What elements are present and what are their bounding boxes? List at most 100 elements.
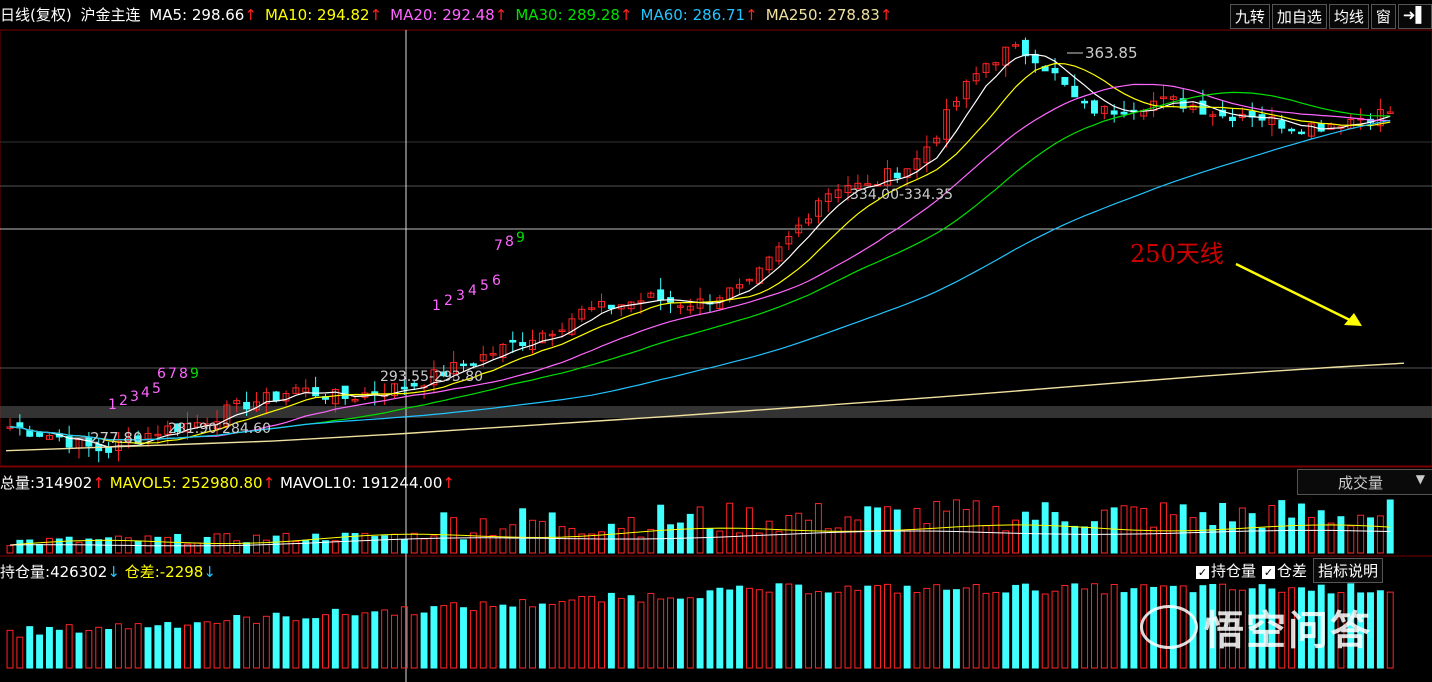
open-interest-bar	[45, 626, 53, 669]
volume-bar	[85, 538, 93, 554]
volume-bar	[1041, 502, 1049, 554]
candle-down	[272, 391, 280, 402]
open-interest-bar	[1051, 590, 1059, 669]
volume-bar	[578, 533, 586, 554]
volume-bar	[627, 517, 635, 554]
candle-down	[1298, 131, 1305, 135]
open-interest-bar	[410, 614, 418, 669]
volume-bar	[1307, 516, 1315, 554]
open-interest-bar	[775, 583, 783, 669]
td-sequence-number: 8	[179, 366, 188, 382]
volume-bar	[686, 513, 694, 554]
open-interest-bar	[913, 592, 921, 669]
indicator-explain-button[interactable]: 指标说明	[1313, 558, 1384, 583]
open-interest-bar	[1012, 584, 1020, 669]
open-interest-bar	[1386, 591, 1394, 669]
open-interest-bar	[85, 630, 93, 669]
candle-down	[243, 401, 251, 410]
volume-bar	[114, 535, 122, 554]
oi-diff-label: 仓差:	[124, 563, 160, 581]
volume-bar	[95, 539, 103, 554]
open-interest-bar	[341, 614, 349, 669]
volume-bar	[755, 532, 763, 554]
range-label: 281.90-284.60	[168, 421, 271, 437]
candle-down	[36, 432, 44, 437]
volume-bar	[588, 533, 596, 554]
volume-bar	[440, 512, 448, 554]
volume-bar	[282, 532, 290, 554]
td-sequence-number: 8	[505, 234, 514, 250]
open-interest-bar	[509, 606, 517, 669]
volume-bar	[174, 533, 182, 554]
open-interest-bar	[1081, 588, 1089, 669]
open-interest-bar	[55, 629, 63, 669]
volume-bar	[331, 540, 339, 554]
open-interest-bar	[686, 597, 694, 669]
candle-down	[469, 363, 477, 366]
volume-bar	[1021, 511, 1029, 554]
td-sequence-number: 4	[141, 385, 150, 401]
volume-bar	[134, 540, 142, 554]
candle-down	[312, 387, 320, 397]
open-interest-bar	[617, 597, 625, 669]
volume-bar	[1357, 514, 1365, 554]
open-interest-bar	[6, 629, 14, 669]
open-interest-bar	[391, 614, 398, 669]
open-interest-bar	[331, 608, 339, 669]
open-interest-bar	[716, 587, 724, 669]
ma250-annotation: 250天线	[1130, 240, 1224, 268]
volume-bar	[814, 503, 822, 554]
volume-bar	[647, 528, 655, 554]
oi-diff-checkbox[interactable]: ✓ 仓差	[1262, 560, 1307, 581]
open-interest-bar	[676, 598, 684, 669]
indicator-selector[interactable]: 成交量 ▼	[1297, 469, 1432, 495]
volume-bar	[1229, 521, 1236, 554]
open-interest-bar	[647, 592, 655, 669]
open-interest-bar	[351, 615, 359, 669]
high-price-label: 363.85	[1085, 44, 1138, 62]
open-interest-bar	[272, 612, 280, 669]
volume-bar	[1376, 515, 1384, 554]
open-interest-bar	[469, 610, 477, 669]
volume-bar	[233, 540, 241, 554]
volume-bar	[509, 524, 517, 554]
open-interest-bar	[203, 621, 211, 669]
open-interest-bar	[992, 591, 1000, 669]
open-interest-bar	[726, 589, 734, 669]
volume-bar	[16, 539, 24, 554]
oi-options: ✓ 持仓量 ✓ 仓差 指标说明	[1196, 558, 1384, 583]
volume-bar	[45, 537, 53, 554]
open-interest-bar	[114, 623, 122, 669]
volume-bar	[253, 534, 260, 554]
mavol5-label: MAVOL5: 252980.80	[109, 474, 263, 492]
open-interest-bar	[657, 598, 665, 669]
volume-bar	[1110, 507, 1118, 554]
volume-bar	[499, 528, 507, 554]
volume-bar	[302, 539, 310, 554]
open-interest-bar	[1100, 593, 1108, 669]
open-interest-bar	[440, 605, 448, 669]
open-interest-bar	[903, 585, 911, 669]
open-interest-bar	[460, 607, 467, 669]
oi-checkbox[interactable]: ✓ 持仓量	[1196, 560, 1256, 581]
td-sequence-number: 1	[432, 298, 441, 314]
volume-bar	[1337, 516, 1345, 554]
candle-down	[893, 172, 901, 179]
open-interest-bar	[627, 595, 635, 669]
volume-bar	[193, 542, 201, 554]
open-interest-bar	[824, 592, 832, 669]
open-interest-bar	[519, 599, 527, 669]
watermark-text: 悟空问答	[1204, 607, 1372, 654]
volume-bar	[164, 536, 172, 554]
volume-bar	[519, 508, 527, 554]
volume-bar	[341, 532, 349, 554]
volume-bar	[657, 504, 665, 554]
td-sequence-number: 7	[494, 238, 503, 254]
volume-legend: 总量:314902↑ MAVOL5: 252980.80↑ MAVOL10: 1…	[0, 474, 455, 492]
volume-bar	[745, 507, 753, 554]
volume-bar	[1238, 507, 1246, 554]
candle-down	[460, 363, 467, 367]
open-interest-bar	[637, 601, 645, 669]
td-sequence-number: 2	[119, 393, 128, 409]
candle-down	[1091, 100, 1098, 114]
